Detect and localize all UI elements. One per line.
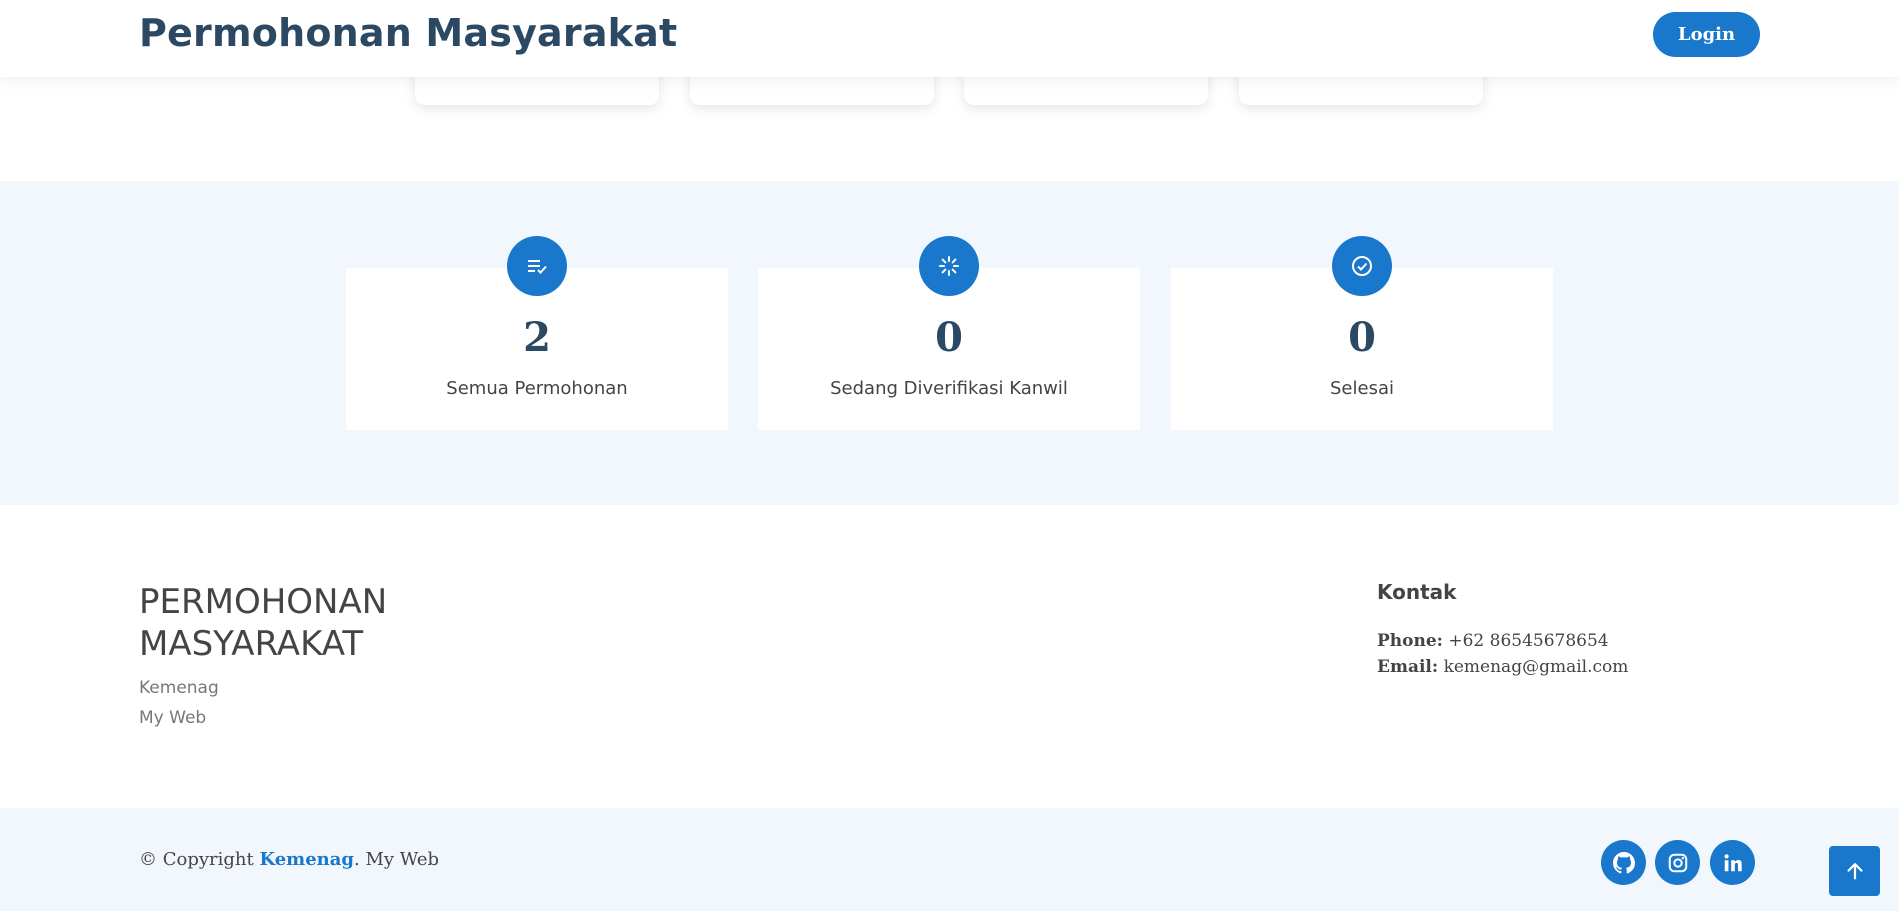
- footer-bottom: © Copyright Kemenag. My Web: [0, 808, 1899, 911]
- footer-subtitle: My Web: [139, 708, 207, 728]
- linkedin-icon: [1723, 853, 1742, 871]
- copyright: © Copyright Kemenag. My Web: [139, 849, 439, 870]
- check-circle-icon: [1332, 236, 1392, 296]
- linkedin-link[interactable]: [1710, 840, 1755, 885]
- site-header: Permohonan Masyarakat Login: [0, 0, 1899, 77]
- stat-label: Semua Permohonan: [446, 378, 628, 399]
- stats-section: 2 Semua Permohonan 0 Sedang Diverifikasi…: [0, 181, 1899, 505]
- stat-value: 0: [1348, 314, 1376, 361]
- instagram-link[interactable]: [1655, 840, 1700, 885]
- email-label: Email:: [1377, 657, 1439, 677]
- phone-value: +62 86545678654: [1448, 631, 1609, 651]
- stat-value: 2: [523, 314, 551, 361]
- stat-card-verifying: 0 Sedang Diverifikasi Kanwil: [758, 236, 1140, 430]
- stat-card-done: 0 Selesai: [1171, 236, 1553, 430]
- instagram-icon: [1668, 853, 1687, 872]
- contact-heading: Kontak: [1377, 580, 1457, 604]
- footer-title: PERMOHONAN MASYARAKAT: [139, 582, 388, 664]
- stat-card-all: 2 Semua Permohonan: [346, 236, 728, 430]
- copyright-prefix: © Copyright: [139, 849, 254, 870]
- phone-label: Phone:: [1377, 631, 1443, 651]
- stat-label: Sedang Diverifikasi Kanwil: [830, 378, 1068, 399]
- site-title[interactable]: Permohonan Masyarakat: [139, 11, 677, 55]
- github-icon: [1612, 851, 1635, 873]
- contact-email: Email: kemenag@gmail.com: [1377, 657, 1628, 677]
- copyright-suffix: . My Web: [354, 849, 439, 870]
- github-link[interactable]: [1601, 840, 1646, 885]
- stat-label: Selesai: [1330, 378, 1394, 399]
- back-to-top-button[interactable]: [1829, 846, 1880, 896]
- arrow-up-icon: [1846, 863, 1863, 880]
- email-value: kemenag@gmail.com: [1443, 657, 1629, 677]
- footer-info: PERMOHONAN MASYARAKAT Kemenag My Web Kon…: [0, 505, 1899, 808]
- list-check-icon: [507, 236, 567, 296]
- loading-icon: [919, 236, 979, 296]
- copyright-brand-link[interactable]: Kemenag: [259, 849, 354, 870]
- contact-phone: Phone: +62 86545678654: [1377, 631, 1609, 651]
- stat-value: 0: [935, 314, 963, 361]
- login-button[interactable]: Login: [1653, 12, 1760, 57]
- footer-subtitle: Kemenag: [139, 678, 219, 698]
